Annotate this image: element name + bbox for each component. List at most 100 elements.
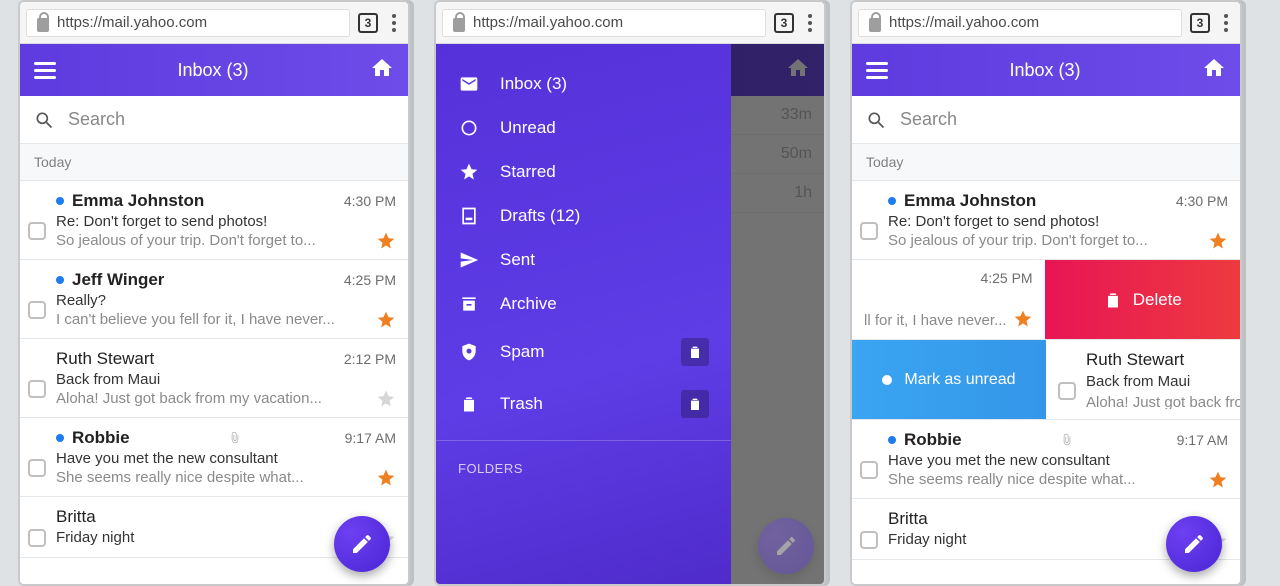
lock-icon — [453, 18, 465, 32]
star-icon[interactable] — [1208, 231, 1228, 251]
lock-icon — [37, 18, 49, 32]
search-placeholder: Search — [900, 109, 957, 130]
email-item-swiped-right[interactable]: Mark as unreadRuth StewartBack from Maui… — [852, 340, 1240, 420]
url-field[interactable]: https://mail.yahoo.com — [442, 9, 766, 37]
email-item[interactable]: Robbie9:17 AMHave you met the new consul… — [20, 418, 408, 497]
preview: She seems really nice despite what... — [888, 471, 1228, 488]
drawer-item[interactable]: Starred — [436, 150, 731, 194]
time: 2:12 PM — [344, 351, 396, 367]
mark-unread-action[interactable]: Mark as unread — [852, 340, 1046, 419]
tabs-icon[interactable]: 3 — [358, 13, 378, 33]
time: 4:25 PM — [980, 270, 1032, 286]
subject: Really? — [56, 292, 396, 309]
unread-dot-icon — [888, 436, 896, 444]
delete-label: Delete — [1133, 290, 1182, 310]
url-text: https://mail.yahoo.com — [57, 14, 207, 31]
send-icon — [458, 250, 480, 270]
subject: Re: Don't forget to send photos! — [56, 213, 396, 230]
email-item[interactable]: Emma Johnston 4:30 PM Re: Don't forget to … — [852, 181, 1240, 260]
unread-dot-icon — [56, 434, 64, 442]
draft-icon — [458, 206, 480, 226]
checkbox[interactable] — [860, 430, 878, 488]
search-bar[interactable]: Search — [852, 96, 1240, 144]
tabs-icon[interactable]: 3 — [774, 13, 794, 33]
overflow-menu-icon[interactable] — [386, 14, 402, 32]
star-icon[interactable] — [1013, 309, 1033, 329]
mark-unread-label: Mark as unread — [904, 371, 1015, 389]
checkbox[interactable] — [28, 507, 46, 547]
drawer-item[interactable]: Spam — [436, 326, 731, 378]
subject: Re: Don't forget to send photos! — [888, 213, 1228, 230]
email-item[interactable]: Emma Johnston4:30 PMRe: Don't forget to … — [20, 181, 408, 260]
drawer-item[interactable]: Archive — [436, 282, 731, 326]
overflow-menu-icon[interactable] — [802, 14, 818, 32]
delete-action[interactable]: Delete — [1045, 260, 1240, 339]
email-item[interactable]: Jeff Winger4:25 PMReally?I can't believe… — [20, 260, 408, 339]
sender: Emma Johnston — [72, 191, 204, 211]
overflow-menu-icon[interactable] — [1218, 14, 1234, 32]
screen-inbox-list: https://mail.yahoo.com 3 Inbox (3) Searc… — [18, 0, 410, 586]
screen-swipe-actions: https://mail.yahoo.com 3 Inbox (3) Searc… — [850, 0, 1242, 586]
drawer-item[interactable]: Trash — [436, 378, 731, 430]
home-icon[interactable] — [1202, 56, 1226, 85]
empty-icon[interactable] — [681, 338, 709, 366]
url-field[interactable]: https://mail.yahoo.com — [858, 9, 1182, 37]
subject: Have you met the new consultant — [56, 450, 396, 467]
section-header-today: Today — [852, 144, 1240, 181]
shield-icon — [458, 342, 480, 362]
trash-icon — [1103, 290, 1123, 310]
checkbox[interactable] — [28, 349, 46, 407]
checkbox[interactable] — [28, 428, 46, 486]
tabs-icon[interactable]: 3 — [1190, 13, 1210, 33]
preview: So jealous of your trip. Don't forget to… — [888, 232, 1228, 249]
page-title: Inbox (3) — [177, 60, 248, 81]
preview: She seems really nice despite what... — [56, 469, 396, 486]
navigation-drawer: Inbox (3)Unread Starred Drafts (12) Sent Arc… — [436, 44, 731, 584]
hamburger-icon[interactable] — [34, 62, 56, 79]
drawer-item[interactable]: Unread — [436, 106, 731, 150]
drawer-item-label: Archive — [500, 294, 557, 314]
unread-dot-icon — [56, 276, 64, 284]
email-item-swiped-left[interactable]: 4:25 PMll for it, I have never...Delete — [852, 260, 1240, 340]
sender: Ruth Stewart — [1086, 350, 1240, 367]
star-icon[interactable] — [1208, 470, 1228, 490]
appbar: Inbox (3) — [852, 44, 1240, 96]
drawer-item[interactable]: Sent — [436, 238, 731, 282]
checkbox[interactable] — [1058, 350, 1076, 409]
sender: Emma Johnston — [904, 191, 1036, 211]
hamburger-icon[interactable] — [866, 62, 888, 79]
compose-button[interactable] — [1166, 516, 1222, 572]
email-item[interactable]: Ruth Stewart2:12 PMBack from MauiAloha! … — [20, 339, 408, 418]
drawer-screen: 33m 50m 1h Inbox (3)UnreadStarredDrafts … — [436, 44, 824, 584]
star-icon[interactable] — [376, 389, 396, 409]
star-icon[interactable] — [376, 468, 396, 488]
star-icon[interactable] — [376, 310, 396, 330]
checkbox[interactable] — [860, 191, 878, 249]
empty-icon[interactable] — [681, 390, 709, 418]
checkbox[interactable] — [28, 270, 46, 328]
drawer-item[interactable]: Drafts (12) — [436, 194, 731, 238]
sender: Britta — [888, 509, 928, 529]
checkbox[interactable] — [860, 509, 878, 549]
drawer-item-label: Drafts (12) — [500, 206, 580, 226]
drawer-item[interactable]: Inbox (3) — [436, 62, 731, 106]
time: 4:30 PM — [1176, 193, 1228, 209]
trash-icon — [458, 394, 480, 414]
search-bar[interactable]: Search — [20, 96, 408, 144]
preview: So jealous of your trip. Don't forget to… — [56, 232, 396, 249]
checkbox[interactable] — [28, 191, 46, 249]
home-icon[interactable] — [370, 56, 394, 85]
screen-drawer-open: https://mail.yahoo.com 3 33m 50m 1h Inbo… — [434, 0, 826, 586]
star-icon[interactable] — [376, 231, 396, 251]
email-item[interactable]: Robbie9:17 AMHave you met the new consul… — [852, 420, 1240, 499]
drawer-item-label: Starred — [500, 162, 556, 182]
time: 4:25 PM — [344, 272, 396, 288]
attachment-icon — [1060, 433, 1074, 447]
sender: Jeff Winger — [72, 270, 164, 290]
search-placeholder: Search — [68, 109, 125, 130]
attachment-icon — [228, 431, 242, 445]
url-field[interactable]: https://mail.yahoo.com — [26, 9, 350, 37]
compose-button[interactable] — [334, 516, 390, 572]
compose-button[interactable] — [758, 518, 814, 574]
browser-address-bar: https://mail.yahoo.com 3 — [852, 2, 1240, 44]
